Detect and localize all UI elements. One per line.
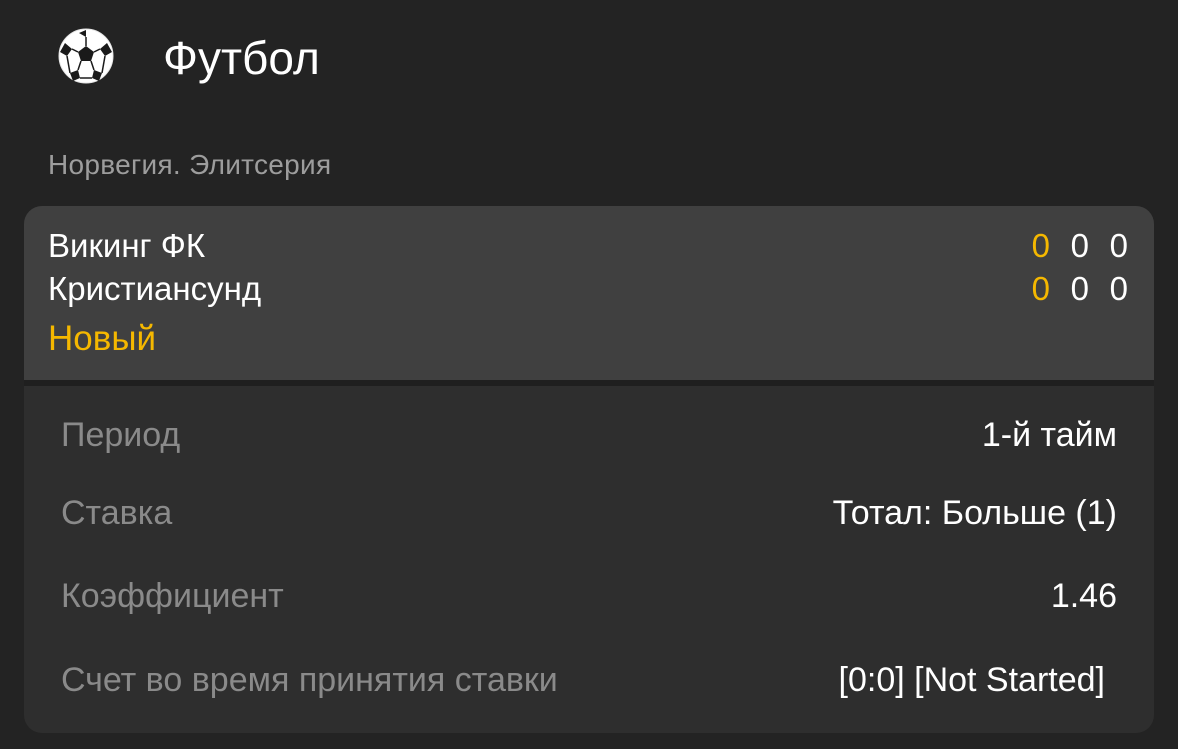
away-team-name: Кристиансунд [48,270,262,307]
detail-value: [0:0] [Not Started] [838,661,1105,699]
away-score-total: 0 [1109,270,1128,307]
detail-row-bet: Ставка Тотал: Больше (1) [61,491,1117,535]
home-score-total: 0 [1109,227,1128,264]
away-score-period: 0 [1070,270,1089,307]
bet-card: Викинг ФК Кристиансунд 0 0 0 0 0 0 Новый… [24,206,1154,733]
match-status: Новый [48,319,157,358]
detail-row-score-at-bet: Счет во время принятия ставки [0:0] [Not… [61,658,1117,702]
soccer-ball-icon [57,27,115,85]
sport-header: Футбол [0,0,1178,120]
home-scores: 0 0 0 [1008,226,1128,266]
divider [24,380,1154,386]
detail-row-odds: Коэффициент 1.46 [61,574,1117,618]
home-team-name: Викинг ФК [48,227,206,264]
home-score-period: 0 [1070,227,1089,264]
league-name: Норвегия. Элитсерия [48,149,332,180]
detail-label: Период [61,416,181,454]
detail-value: Тотал: Больше (1) [832,494,1117,532]
detail-value: 1-й тайм [981,416,1117,454]
away-scores: 0 0 0 [1008,269,1128,309]
match-summary[interactable]: Викинг ФК Кристиансунд 0 0 0 0 0 0 Новый [24,206,1154,380]
sport-title: Футбол [163,32,320,84]
detail-label: Счет во время принятия ставки [61,661,558,699]
detail-label: Ставка [61,494,173,532]
detail-row-period: Период 1-й тайм [61,413,1117,457]
away-score-current: 0 [1031,270,1050,307]
detail-label: Коэффициент [61,577,284,615]
home-score-current: 0 [1031,227,1050,264]
detail-value: 1.46 [1050,577,1117,615]
